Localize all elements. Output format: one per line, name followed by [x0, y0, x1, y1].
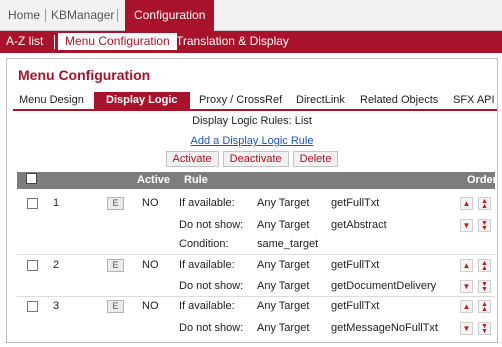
subnav-divider	[172, 35, 173, 49]
rule-target: Any Target	[257, 322, 310, 334]
double-arrow-down-icon[interactable]: ▼ ▼	[478, 219, 491, 232]
subnav-az-list[interactable]: A-Z list	[6, 31, 43, 53]
active-status: NO	[142, 197, 159, 209]
rule-service: getFullTxt	[331, 259, 380, 271]
nav-kbmanager[interactable]: KBManager	[51, 0, 114, 31]
double-arrow-up-icon[interactable]: ▲ ▲	[478, 197, 491, 210]
add-rule-link-text[interactable]: Add a Display Logic Rule	[191, 135, 314, 147]
edit-button[interactable]: E	[107, 300, 124, 313]
col-order: Order	[467, 174, 497, 186]
table-header: Active Rule Order	[17, 172, 497, 189]
tab-related-objects[interactable]: Related Objects	[360, 92, 438, 110]
rule-target: Any Target	[257, 280, 310, 292]
double-arrow-up-icon[interactable]: ▲ ▲	[478, 300, 491, 313]
double-arrow-down-icon[interactable]: ▼ ▼	[478, 280, 491, 293]
rule-target: same_target	[257, 238, 319, 250]
add-rule-link: Add a Display Logic Rule	[7, 135, 497, 147]
rule-target: Any Target	[257, 197, 310, 209]
list-subtitle: Display Logic Rules: List	[192, 115, 312, 127]
row-number: 1	[53, 197, 60, 209]
rule-condition: Do not show:	[179, 219, 244, 231]
tab-menu-design[interactable]: Menu Design	[19, 92, 84, 110]
menu-configuration-panel: Menu Configuration Menu Design Display L…	[6, 58, 498, 343]
active-status: NO	[142, 259, 159, 271]
select-all-checkbox[interactable]	[26, 173, 37, 184]
row-checkbox[interactable]	[27, 260, 38, 271]
rule-target: Any Target	[257, 219, 310, 231]
tab-display-logic[interactable]: Display Logic	[94, 92, 190, 110]
subnav-menu-configuration[interactable]: Menu Configuration	[58, 33, 177, 50]
tab-directlink[interactable]: DirectLink	[296, 92, 345, 110]
tab-sfx-api[interactable]: SFX API	[453, 92, 495, 110]
double-arrow-down-icon[interactable]: ▼ ▼	[478, 322, 491, 335]
rule-condition: Condition:	[179, 238, 229, 250]
row-checkbox[interactable]	[27, 301, 38, 312]
row-number: 2	[53, 259, 60, 271]
rule-condition: Do not show:	[179, 322, 244, 334]
rule-service: getFullTxt	[331, 300, 380, 312]
rule-service: getAbstract	[331, 219, 387, 231]
delete-button[interactable]: Delete	[292, 151, 339, 167]
nav-configuration[interactable]: Configuration	[125, 0, 215, 31]
rule-condition: If available:	[179, 197, 235, 209]
row-number: 3	[53, 300, 60, 312]
double-arrow-up-icon[interactable]: ▲ ▲	[478, 259, 491, 272]
nav-divider	[117, 9, 118, 22]
rule-service: getMessageNoFullTxt	[331, 322, 438, 334]
arrow-down-icon[interactable]: ▼	[460, 280, 473, 293]
edit-button[interactable]: E	[107, 197, 124, 210]
action-buttons: Activate Deactivate Delete	[7, 151, 497, 167]
nav-divider	[45, 9, 46, 22]
rule-condition: Do not show:	[179, 280, 244, 292]
sub-nav: A-Z list Menu Configuration Translation …	[0, 31, 502, 53]
row-divider	[17, 296, 495, 297]
arrow-down-icon[interactable]: ▼	[460, 219, 473, 232]
col-rule: Rule	[184, 174, 208, 186]
subnav-translation-display[interactable]: Translation & Display	[176, 31, 289, 53]
col-active: Active	[137, 174, 171, 186]
subnav-divider	[54, 35, 55, 49]
rule-condition: If available:	[179, 300, 235, 312]
tab-proxy-crossref[interactable]: Proxy / CrossRef	[199, 92, 282, 110]
arrow-up-icon[interactable]: ▲	[460, 197, 473, 210]
activate-button[interactable]: Activate	[165, 151, 219, 167]
nav-home[interactable]: Home	[8, 0, 40, 31]
row-checkbox[interactable]	[27, 198, 38, 209]
edit-button[interactable]: E	[107, 259, 124, 272]
deactivate-button[interactable]: Deactivate	[222, 151, 289, 167]
arrow-up-icon[interactable]: ▲	[460, 300, 473, 313]
rule-target: Any Target	[257, 259, 310, 271]
arrow-down-icon[interactable]: ▼	[460, 322, 473, 335]
rule-condition: If available:	[179, 259, 235, 271]
page-title: Menu Configuration	[18, 67, 151, 83]
rule-target: Any Target	[257, 300, 310, 312]
active-status: NO	[142, 300, 159, 312]
rule-service: getFullTxt	[331, 197, 380, 209]
tab-bar: Menu Design Display Logic Proxy / CrossR…	[13, 92, 497, 111]
rule-service: getDocumentDelivery	[331, 280, 437, 292]
arrow-up-icon[interactable]: ▲	[460, 259, 473, 272]
top-nav: Home KBManager Configuration	[0, 0, 502, 31]
row-divider	[17, 254, 495, 255]
